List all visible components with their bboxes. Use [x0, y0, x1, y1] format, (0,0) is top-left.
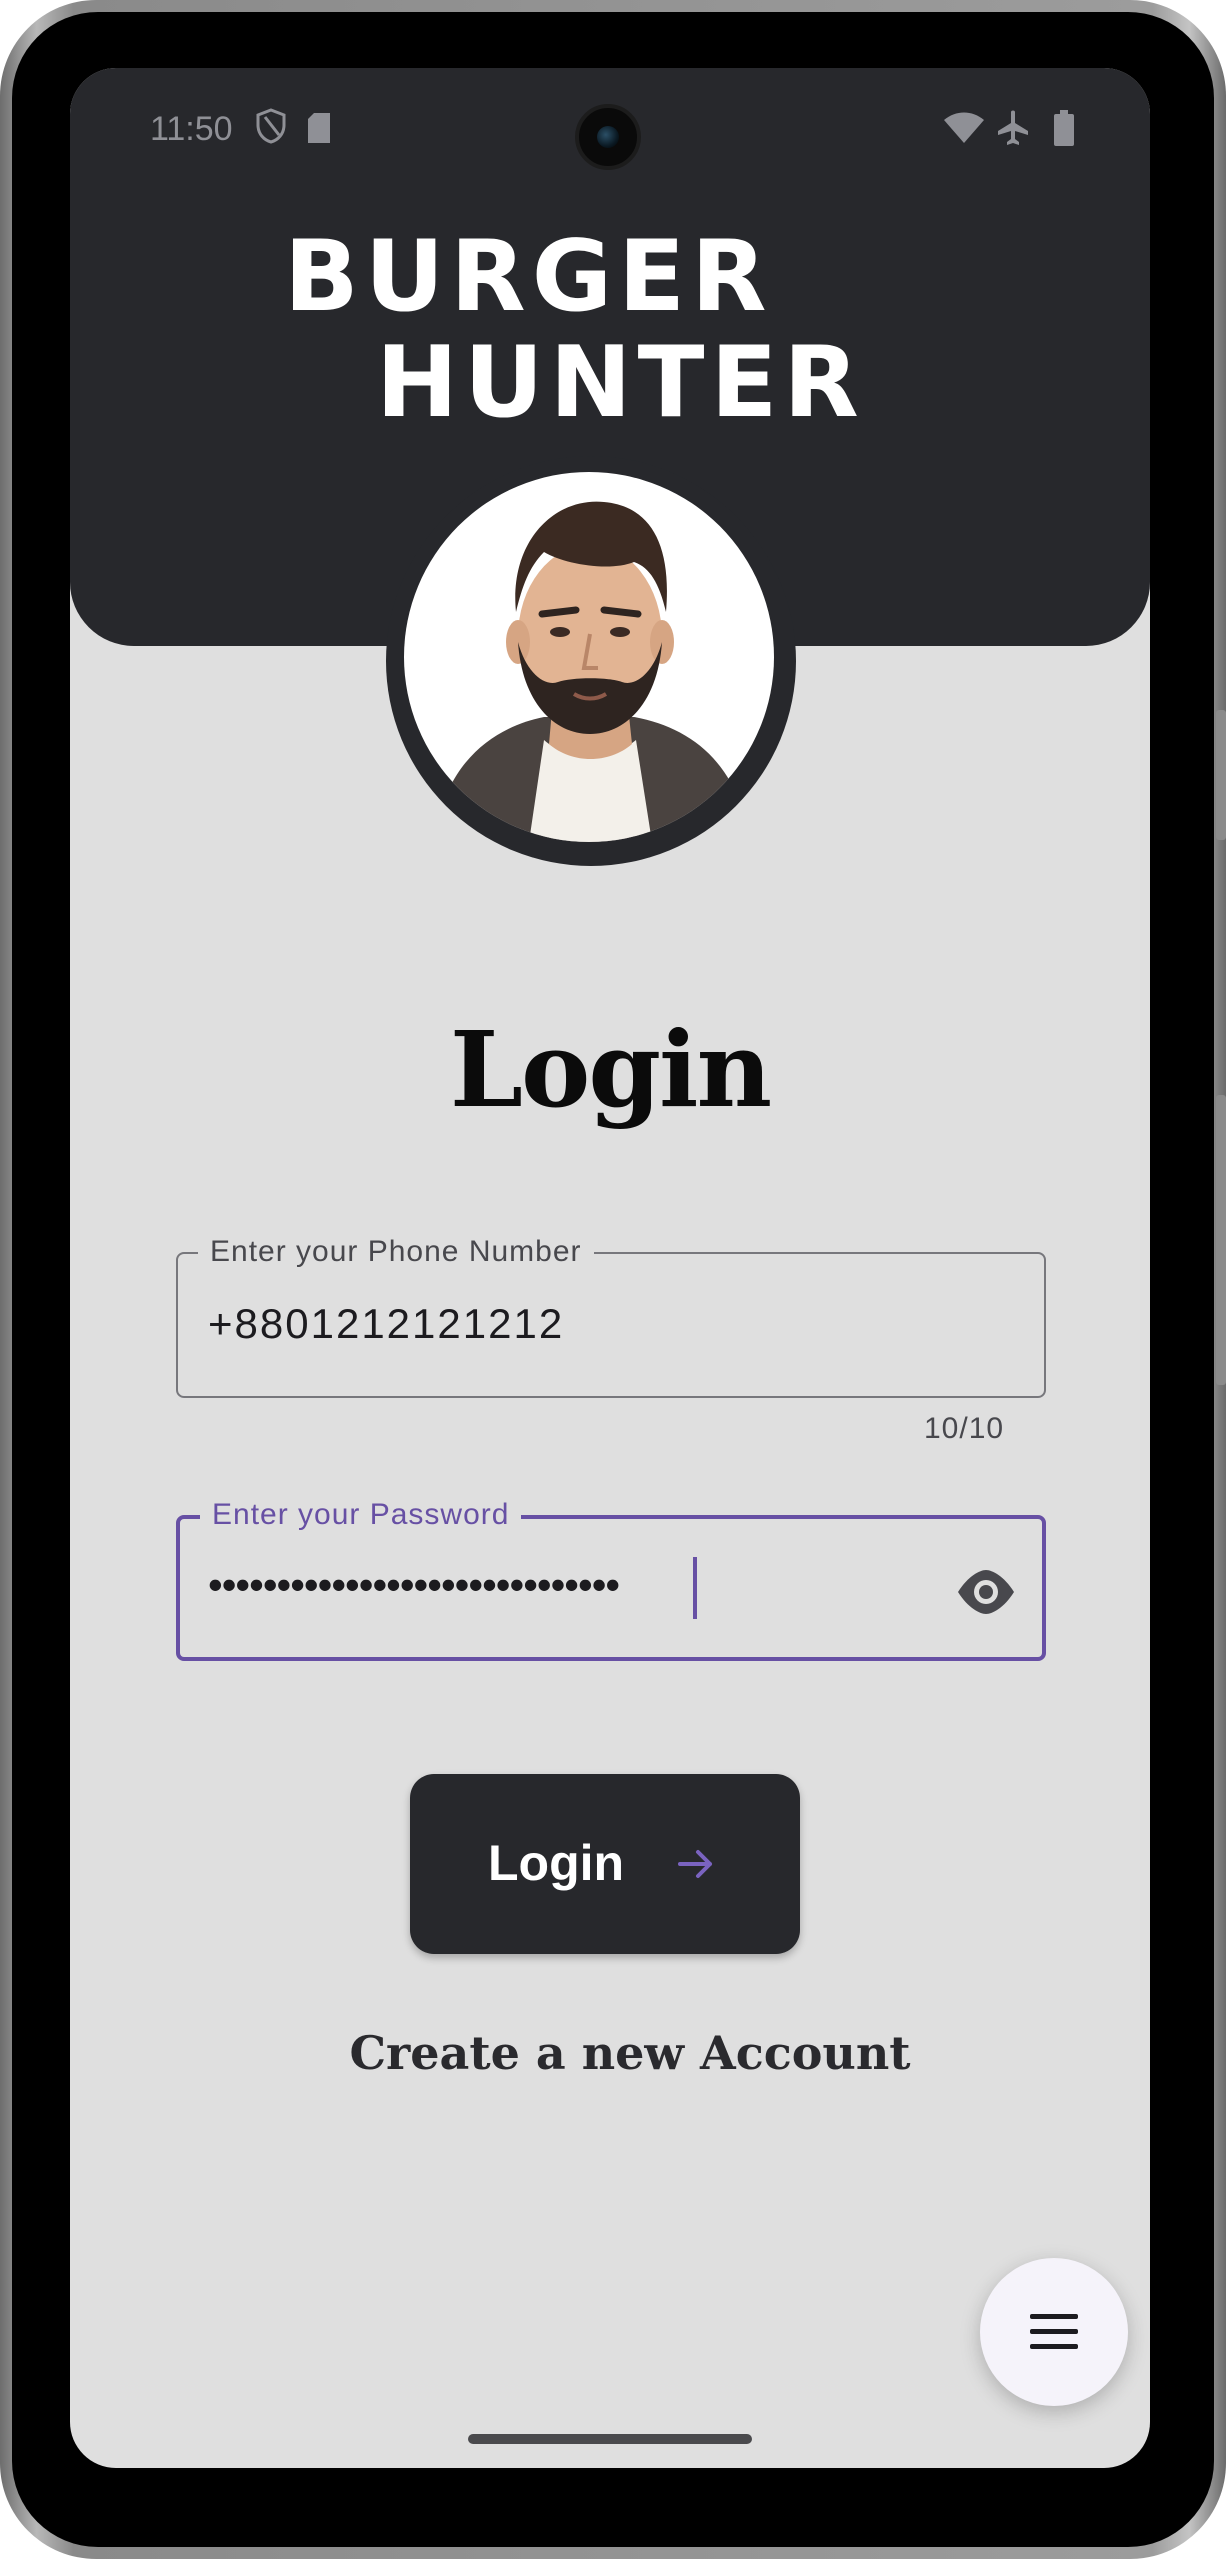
phone-character-counter: 10/10 [924, 1412, 1005, 1445]
volume-button [1216, 1095, 1226, 1385]
password-label: Enter your Password [200, 1497, 522, 1533]
home-indicator[interactable] [468, 2434, 752, 2444]
create-account-link[interactable]: Create a new Account [70, 2026, 1150, 2080]
arrow-right-icon [676, 1846, 716, 1882]
phone-number-label: Enter your Phone Number [198, 1234, 594, 1270]
wifi-icon [944, 112, 984, 149]
front-camera [575, 104, 641, 170]
text-cursor [693, 1557, 697, 1619]
sd-card-icon [306, 112, 332, 149]
login-button-label: Login [488, 1835, 625, 1891]
avatar [404, 472, 774, 842]
power-button [1216, 710, 1226, 840]
login-button[interactable]: Login [410, 1774, 800, 1954]
page-title: Login [449, 1008, 772, 1131]
password-field[interactable]: Enter your Password ••••••••••••••••••••… [176, 1497, 1046, 1661]
status-time: 11:50 [150, 110, 233, 148]
brand-title-line1: BURGER [284, 220, 773, 334]
status-bar: 11:50 [70, 68, 1150, 178]
menu-icon [1030, 2314, 1078, 2349]
phone-number-field[interactable]: Enter your Phone Number +8801212121212 [176, 1234, 1046, 1398]
brand-title-line2: HUNTER [376, 326, 865, 440]
eye-icon[interactable] [956, 1562, 1016, 1622]
battery-icon [1054, 110, 1074, 151]
airplane-icon [996, 110, 1030, 151]
menu-fab[interactable] [980, 2258, 1128, 2406]
app-screen: 11:50 BURGER HUNTER Login Enter your Pho… [70, 68, 1150, 2468]
password-input[interactable]: •••••••••••••••••••••••••••••• [208, 1561, 620, 1609]
user-avatar-icon [434, 501, 749, 842]
phone-frame: 11:50 BURGER HUNTER Login Enter your Pho… [0, 0, 1226, 2559]
shield-icon [256, 108, 286, 149]
phone-number-input[interactable]: +8801212121212 [208, 1300, 564, 1348]
